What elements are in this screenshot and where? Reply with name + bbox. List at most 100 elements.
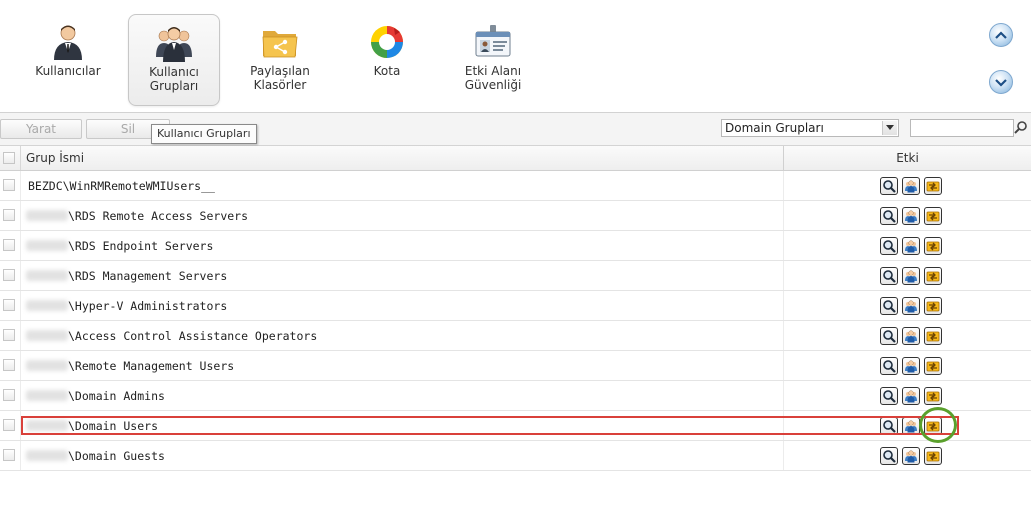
table-row[interactable]: \RDS Endpoint Servers bbox=[0, 231, 1031, 261]
row-checkbox[interactable] bbox=[3, 179, 15, 191]
view-details-icon bbox=[883, 330, 896, 343]
row-checkbox[interactable] bbox=[3, 449, 15, 461]
table-row[interactable]: \RDS Management Servers bbox=[0, 261, 1031, 291]
cell-divider bbox=[20, 351, 21, 380]
members-button[interactable] bbox=[902, 207, 920, 225]
permissions-button[interactable] bbox=[924, 297, 942, 315]
row-checkbox[interactable] bbox=[3, 329, 15, 341]
members-button[interactable] bbox=[902, 387, 920, 405]
group-name: BEZDC\WinRMRemoteWMIUsers__ bbox=[28, 179, 215, 193]
cell-divider bbox=[20, 291, 21, 320]
view-details-icon bbox=[883, 450, 896, 463]
permissions-button[interactable] bbox=[924, 177, 942, 195]
redacted-domain-prefix bbox=[26, 210, 68, 221]
cell-divider bbox=[20, 261, 21, 290]
user-icon bbox=[54, 25, 82, 60]
nav-user-groups-label: Kullanıcı Grupları bbox=[149, 65, 199, 93]
members-button[interactable] bbox=[902, 267, 920, 285]
nav-domain-security[interactable]: Etki Alanı Güvenliği bbox=[447, 14, 539, 106]
chevron-down-icon bbox=[995, 79, 1007, 87]
view-details-button[interactable] bbox=[880, 447, 898, 465]
grid-header: Grup İsmi Etki bbox=[0, 146, 1031, 171]
redacted-domain-prefix bbox=[26, 330, 68, 341]
highlight-domain-users-row bbox=[21, 416, 959, 435]
permissions-button[interactable] bbox=[924, 267, 942, 285]
row-checkbox[interactable] bbox=[3, 239, 15, 251]
toolbar: Yarat Sil Kullanıcı Grupları Domain Grup… bbox=[0, 113, 1031, 146]
view-details-button[interactable] bbox=[880, 357, 898, 375]
members-icon bbox=[905, 300, 917, 313]
permissions-icon bbox=[926, 361, 940, 372]
view-details-button[interactable] bbox=[880, 267, 898, 285]
view-details-icon bbox=[883, 360, 896, 373]
members-button[interactable] bbox=[902, 177, 920, 195]
members-icon bbox=[905, 270, 917, 283]
permissions-button[interactable] bbox=[924, 327, 942, 345]
members-button[interactable] bbox=[902, 357, 920, 375]
domain-security-icon bbox=[475, 25, 511, 57]
select-all-checkbox[interactable] bbox=[3, 152, 15, 164]
view-details-button[interactable] bbox=[880, 207, 898, 225]
select-arrow[interactable] bbox=[882, 121, 897, 135]
permissions-icon bbox=[926, 181, 940, 192]
top-nav: Kullanıcılar Kullanıcı Grupları Paylaşıl… bbox=[0, 0, 1031, 113]
view-details-button[interactable] bbox=[880, 177, 898, 195]
column-header-action: Etki bbox=[896, 151, 919, 165]
view-details-button[interactable] bbox=[880, 327, 898, 345]
scroll-down-button[interactable] bbox=[989, 70, 1013, 94]
scroll-up-button[interactable] bbox=[989, 23, 1013, 47]
search-input[interactable] bbox=[910, 119, 1014, 137]
table-row[interactable]: BEZDC\WinRMRemoteWMIUsers__ bbox=[0, 171, 1031, 201]
chevron-down-icon bbox=[886, 125, 894, 130]
redacted-domain-prefix bbox=[26, 360, 68, 371]
permissions-button[interactable] bbox=[924, 357, 942, 375]
nav-shared-folders[interactable]: Paylaşılan Klasörler bbox=[234, 14, 326, 106]
permissions-button[interactable] bbox=[924, 207, 942, 225]
column-header-group-name[interactable]: Grup İsmi bbox=[26, 151, 84, 165]
group-name: \RDS Management Servers bbox=[68, 269, 228, 283]
view-details-button[interactable] bbox=[880, 387, 898, 405]
view-details-icon bbox=[883, 390, 896, 403]
view-details-button[interactable] bbox=[880, 237, 898, 255]
user-group-icon bbox=[156, 27, 192, 62]
redacted-domain-prefix bbox=[26, 300, 68, 311]
cell-divider bbox=[20, 231, 21, 260]
group-type-select[interactable]: Domain Grupları bbox=[721, 119, 899, 137]
table-row[interactable]: \Hyper-V Administrators bbox=[0, 291, 1031, 321]
nav-quota[interactable]: Kota bbox=[341, 14, 433, 106]
row-checkbox[interactable] bbox=[3, 209, 15, 221]
members-button[interactable] bbox=[902, 237, 920, 255]
row-checkbox[interactable] bbox=[3, 299, 15, 311]
view-details-button[interactable] bbox=[880, 297, 898, 315]
permissions-button[interactable] bbox=[924, 387, 942, 405]
create-button[interactable]: Yarat bbox=[0, 119, 82, 139]
redacted-domain-prefix bbox=[26, 390, 68, 401]
table-row[interactable]: \Remote Management Users bbox=[0, 351, 1031, 381]
row-checkbox[interactable] bbox=[3, 269, 15, 281]
row-checkbox[interactable] bbox=[3, 359, 15, 371]
table-row[interactable]: \Domain Admins bbox=[0, 381, 1031, 411]
members-icon bbox=[905, 450, 917, 463]
row-checkbox[interactable] bbox=[3, 389, 15, 401]
members-button[interactable] bbox=[902, 297, 920, 315]
members-icon bbox=[905, 390, 917, 403]
cell-divider bbox=[783, 441, 784, 470]
members-icon bbox=[905, 210, 917, 223]
view-details-icon bbox=[883, 210, 896, 223]
members-button[interactable] bbox=[902, 327, 920, 345]
cell-divider bbox=[20, 321, 21, 350]
group-name: \Access Control Assistance Operators bbox=[68, 329, 318, 343]
permissions-button[interactable] bbox=[924, 447, 942, 465]
nav-users[interactable]: Kullanıcılar bbox=[22, 14, 114, 106]
row-checkbox[interactable] bbox=[3, 419, 15, 431]
permissions-button[interactable] bbox=[924, 237, 942, 255]
cell-divider bbox=[783, 321, 784, 350]
table-row[interactable]: \Access Control Assistance Operators bbox=[0, 321, 1031, 351]
search-icon[interactable] bbox=[1013, 119, 1029, 137]
table-row[interactable]: \Domain Guests bbox=[0, 441, 1031, 471]
nav-user-groups[interactable]: Kullanıcı Grupları bbox=[128, 14, 220, 106]
table-row[interactable]: \RDS Remote Access Servers bbox=[0, 201, 1031, 231]
nav-domain-security-label: Etki Alanı Güvenliği bbox=[464, 64, 522, 92]
permissions-icon bbox=[926, 331, 940, 342]
members-button[interactable] bbox=[902, 447, 920, 465]
